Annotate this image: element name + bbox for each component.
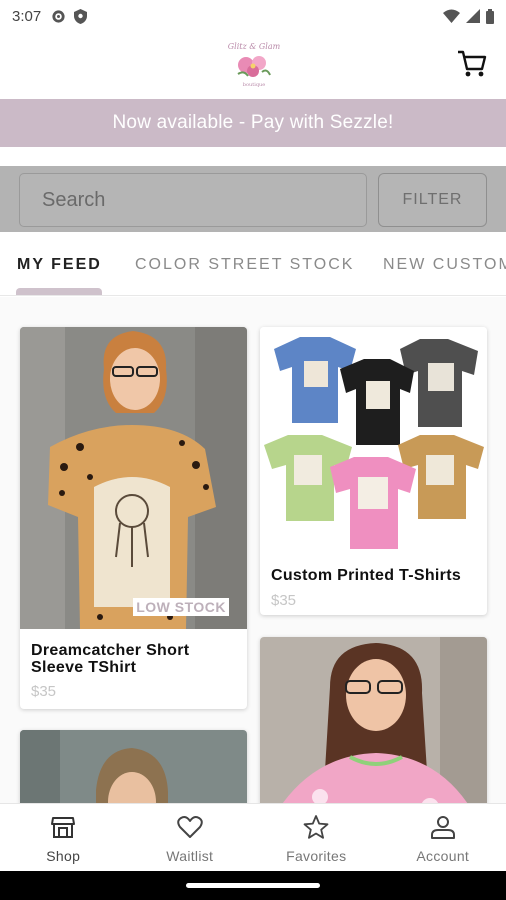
cart-icon <box>458 50 487 77</box>
tab-color-street-stock[interactable]: COLOR STREET STOCK <box>135 256 354 274</box>
nav-favorites-label: Favorites <box>286 848 347 864</box>
person-icon <box>430 816 455 839</box>
product-image[interactable] <box>20 730 247 803</box>
product-image[interactable]: LOW STOCK <box>20 327 247 629</box>
active-tab-indicator <box>16 288 102 295</box>
product-card[interactable] <box>20 730 247 803</box>
settings-gear-icon <box>52 9 65 23</box>
app-header: Glitz & Glam boutique <box>0 32 506 98</box>
wifi-icon <box>443 9 460 23</box>
product-image[interactable] <box>260 327 487 555</box>
store-logo[interactable]: Glitz & Glam boutique <box>226 38 282 90</box>
nav-waitlist[interactable]: Waitlist <box>127 804 254 871</box>
system-gesture-bar <box>0 871 506 900</box>
search-placeholder: Search <box>42 188 106 211</box>
svg-text:boutique: boutique <box>243 82 265 88</box>
search-bar: Search FILTER <box>0 166 506 232</box>
product-card[interactable]: LOW STOCK Dreamcatcher Short Sleeve TShi… <box>20 327 247 709</box>
status-time: 3:07 <box>12 7 42 25</box>
tab-new-custom[interactable]: NEW CUSTOM <box>383 256 506 274</box>
product-title[interactable]: Dreamcatcher Short Sleeve TShirt <box>31 642 231 676</box>
heart-icon <box>177 816 203 838</box>
product-price: $35 <box>271 592 297 609</box>
star-icon <box>303 815 329 839</box>
category-tabs: MY FEED COLOR STREET STOCK NEW CUSTOM <box>0 234 506 296</box>
nav-shop[interactable]: Shop <box>0 804 127 871</box>
svg-text:Glitz & Glam: Glitz & Glam <box>228 42 281 51</box>
nav-favorites[interactable]: Favorites <box>253 804 380 871</box>
bottom-navigation: Shop Waitlist Favorites Account <box>0 803 506 871</box>
filter-button[interactable]: FILTER <box>378 173 487 227</box>
product-feed: LOW STOCK Dreamcatcher Short Sleeve TShi… <box>0 297 506 803</box>
product-title[interactable]: Custom Printed T-Shirts <box>271 567 481 584</box>
nav-shop-label: Shop <box>46 848 81 864</box>
nav-account[interactable]: Account <box>380 804 506 871</box>
search-input[interactable]: Search <box>19 173 367 227</box>
cart-button[interactable] <box>456 48 488 80</box>
shield-icon <box>74 8 88 24</box>
product-image[interactable] <box>260 637 487 803</box>
home-gesture-handle[interactable] <box>186 883 320 888</box>
nav-account-label: Account <box>416 848 470 864</box>
tab-my-feed[interactable]: MY FEED <box>17 256 102 274</box>
product-card[interactable] <box>260 637 487 803</box>
nav-waitlist-label: Waitlist <box>166 848 214 864</box>
cell-signal-icon <box>466 9 480 23</box>
battery-icon <box>486 8 494 24</box>
status-bar: 3:07 <box>0 0 506 32</box>
filter-label: FILTER <box>402 191 463 208</box>
low-stock-badge: LOW STOCK <box>133 598 229 616</box>
promo-banner[interactable]: Now available - Pay with Sezzle! <box>0 99 506 147</box>
promo-text: Now available - Pay with Sezzle! <box>112 112 394 133</box>
product-card[interactable]: Custom Printed T-Shirts $35 <box>260 327 487 615</box>
shop-icon <box>51 817 76 838</box>
product-price: $35 <box>31 683 57 700</box>
